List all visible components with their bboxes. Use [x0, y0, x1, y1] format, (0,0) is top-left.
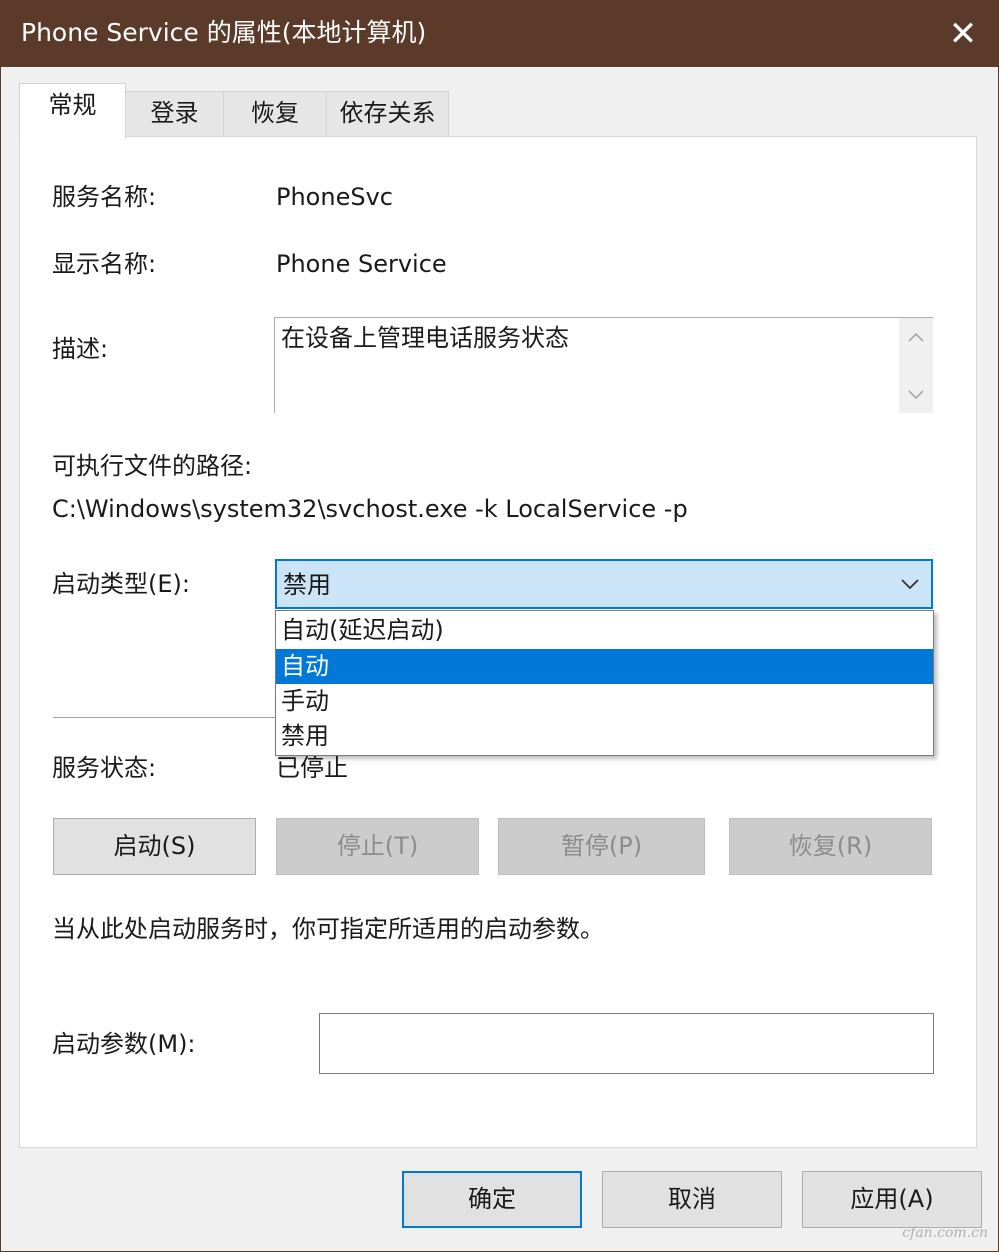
service-properties-dialog: Phone Service 的属性(本地计算机) ✕ 常规 登录 恢复 依存关系…: [0, 0, 999, 1252]
close-button[interactable]: ✕: [928, 1, 998, 67]
startup-option-auto-delayed[interactable]: 自动(延迟启动): [276, 613, 933, 648]
service-name-value: PhoneSvc: [276, 183, 393, 211]
service-status-value: 已停止: [276, 754, 348, 782]
tab-dependencies[interactable]: 依存关系: [326, 91, 449, 136]
stop-button[interactable]: 停止(T): [276, 818, 479, 875]
start-params-input[interactable]: [319, 1013, 934, 1074]
tab-logon-label: 登录: [150, 99, 199, 127]
start-params-label: 启动参数(M):: [52, 1030, 196, 1058]
window-title: Phone Service 的属性(本地计算机): [21, 18, 427, 47]
exe-path-value: C:\Windows\system32\svchost.exe -k Local…: [52, 495, 688, 523]
watermark: cfan.com.cn: [902, 1225, 988, 1241]
apply-button[interactable]: 应用(A): [802, 1171, 982, 1228]
exe-path-label: 可执行文件的路径:: [52, 452, 253, 480]
startup-option-disabled[interactable]: 禁用: [276, 719, 933, 754]
tab-dependencies-label: 依存关系: [339, 99, 436, 127]
tab-recovery-label: 恢复: [251, 99, 299, 127]
start-button[interactable]: 启动(S): [53, 818, 256, 875]
pause-button[interactable]: 暂停(P): [498, 818, 705, 875]
ok-button[interactable]: 确定: [402, 1171, 582, 1228]
display-name-value: Phone Service: [276, 250, 447, 278]
start-params-hint: 当从此处启动服务时，你可指定所适用的启动参数。: [52, 915, 604, 943]
description-label: 描述:: [52, 335, 109, 363]
display-name-label: 显示名称:: [52, 250, 157, 278]
tab-general-label: 常规: [48, 91, 97, 119]
cancel-button[interactable]: 取消: [602, 1171, 782, 1228]
startup-type-label: 启动类型(E):: [52, 570, 190, 598]
service-status-label: 服务状态:: [52, 754, 157, 782]
startup-option-auto[interactable]: 自动: [276, 649, 933, 684]
tab-recovery[interactable]: 恢复: [223, 91, 327, 136]
description-textbox[interactable]: 在设备上管理电话服务状态: [274, 317, 933, 413]
resume-button[interactable]: 恢复(R): [729, 818, 932, 875]
tab-logon[interactable]: 登录: [125, 91, 224, 136]
startup-type-dropdown: 自动(延迟启动) 自动 手动 禁用: [275, 610, 934, 756]
service-name-label: 服务名称:: [52, 183, 157, 211]
scroll-up-icon[interactable]: [899, 322, 933, 352]
chevron-down-icon[interactable]: [897, 569, 923, 599]
description-text: 在设备上管理电话服务状态: [281, 324, 569, 352]
startup-option-manual[interactable]: 手动: [276, 684, 933, 719]
startup-type-select[interactable]: 禁用: [275, 559, 933, 609]
scroll-down-icon[interactable]: [899, 380, 933, 410]
startup-type-selected: 禁用: [283, 571, 331, 599]
tab-general[interactable]: 常规: [19, 83, 126, 139]
title-bar[interactable]: Phone Service 的属性(本地计算机) ✕: [1, 1, 998, 67]
close-icon: ✕: [948, 14, 978, 54]
description-scrollbar[interactable]: [899, 318, 933, 413]
